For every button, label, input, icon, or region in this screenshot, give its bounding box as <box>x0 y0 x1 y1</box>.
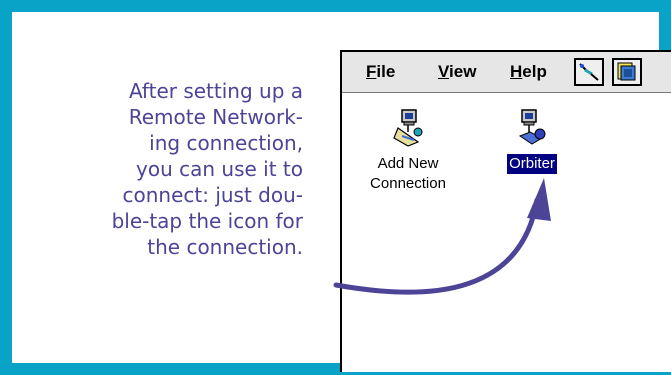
device-screen: File View Help Add New Connection Orbite… <box>340 50 671 372</box>
orbiter-connection-item[interactable]: Orbiter <box>492 108 572 175</box>
menu-help[interactable]: Help <box>510 62 547 82</box>
menu-view-mnemonic: V <box>438 62 450 81</box>
caption-line-4: you can use it to <box>136 157 303 181</box>
menu-bar: File View Help <box>342 52 671 93</box>
caption-line-1: After setting up a <box>128 79 303 103</box>
orbiter-label: Orbiter <box>506 153 558 175</box>
menu-help-mnemonic: H <box>510 62 523 81</box>
caption-line-6: ble-tap the icon for <box>111 209 303 233</box>
caption-line-2: Remote Network- <box>128 105 303 129</box>
menu-view-label: iew <box>449 62 477 81</box>
add-new-label-line2: Connection <box>370 175 446 192</box>
instruction-caption: After setting up a Remote Network- ing c… <box>28 78 303 260</box>
add-new-connection-item[interactable]: Add New Connection <box>360 108 456 194</box>
caption-line-5: connect: just dou- <box>122 183 304 207</box>
menu-file[interactable]: File <box>366 62 395 82</box>
network-connection-icon <box>518 109 546 145</box>
properties-button[interactable] <box>612 58 642 86</box>
menu-file-mnemonic: F <box>366 62 377 81</box>
menu-help-label: elp <box>522 62 547 81</box>
menu-view[interactable]: View <box>438 62 476 82</box>
add-new-label-line1: Add New <box>377 155 439 172</box>
caption-line-7: the connection. <box>147 235 303 259</box>
connect-wizard-button[interactable] <box>574 58 604 86</box>
properties-icon <box>617 62 636 81</box>
menu-file-label: ile <box>376 62 396 81</box>
add-connection-icon <box>393 109 423 147</box>
caption-line-3: ing connection, <box>149 131 303 155</box>
connect-wizard-icon <box>579 63 599 81</box>
